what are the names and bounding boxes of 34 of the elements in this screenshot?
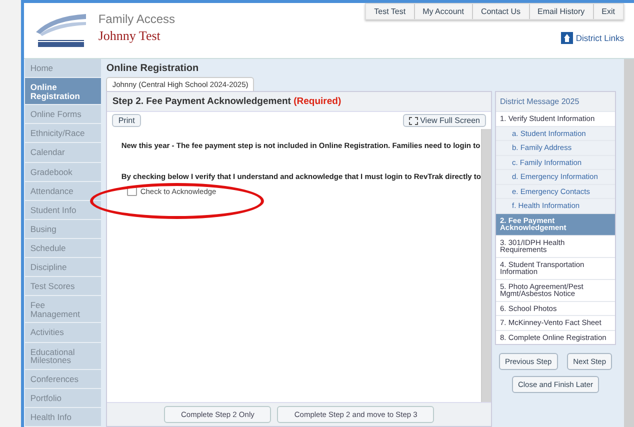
sidebar-item[interactable]: Discipline (25, 258, 102, 278)
print-button[interactable]: Print (112, 114, 141, 127)
sidebar-item[interactable]: Gradebook (25, 162, 102, 182)
full-screen-button[interactable]: View Full Screen (403, 114, 486, 127)
top-link[interactable]: Contact Us (472, 4, 529, 19)
top-link[interactable]: Test Test (366, 4, 414, 19)
sidebar-item[interactable]: Health Info (25, 408, 102, 427)
sidebar-item[interactable]: Fee Management (25, 296, 102, 324)
sidebar-item[interactable]: Activities (25, 323, 102, 342)
sidebar-item[interactable]: Portfolio (25, 388, 102, 408)
sidebar-item[interactable]: Attendance (25, 182, 102, 201)
sidebar-item[interactable]: Busing (25, 220, 102, 239)
expand-icon (409, 116, 418, 124)
top-link[interactable]: Exit (592, 4, 623, 19)
page-title: Online Registration (106, 62, 200, 76)
scrollbar[interactable] (481, 129, 491, 402)
top-link[interactable]: My Account (414, 4, 472, 19)
top-link[interactable]: Email History (528, 4, 593, 19)
sidebar-item[interactable]: Test Scores (25, 277, 102, 296)
app-title: Family Access (98, 12, 176, 26)
district-links-link[interactable]: District Links (560, 32, 624, 44)
sidebar-item[interactable]: Ethnicity/Race (25, 124, 102, 144)
sidebar-item[interactable]: Online Registration (25, 78, 102, 106)
step-title: Step 2. Fee Payment Acknowledgement (Required) (107, 92, 491, 112)
sidebar-item[interactable]: Schedule (25, 238, 102, 258)
sidebar-item[interactable]: Student Info (25, 200, 102, 220)
steps-panel-title: District Message 2025 (496, 92, 615, 111)
sidebar-item[interactable]: Conferences (25, 370, 102, 389)
user-name: Johnny Test (98, 28, 162, 44)
sidebar-item[interactable]: Educational Milestones (25, 342, 102, 370)
sidebar-item[interactable]: Online Forms (25, 105, 102, 124)
sidebar-item[interactable]: Calendar (25, 143, 102, 163)
sidebar-item[interactable]: Home (25, 59, 102, 78)
page-scrollbar[interactable] (624, 59, 634, 427)
